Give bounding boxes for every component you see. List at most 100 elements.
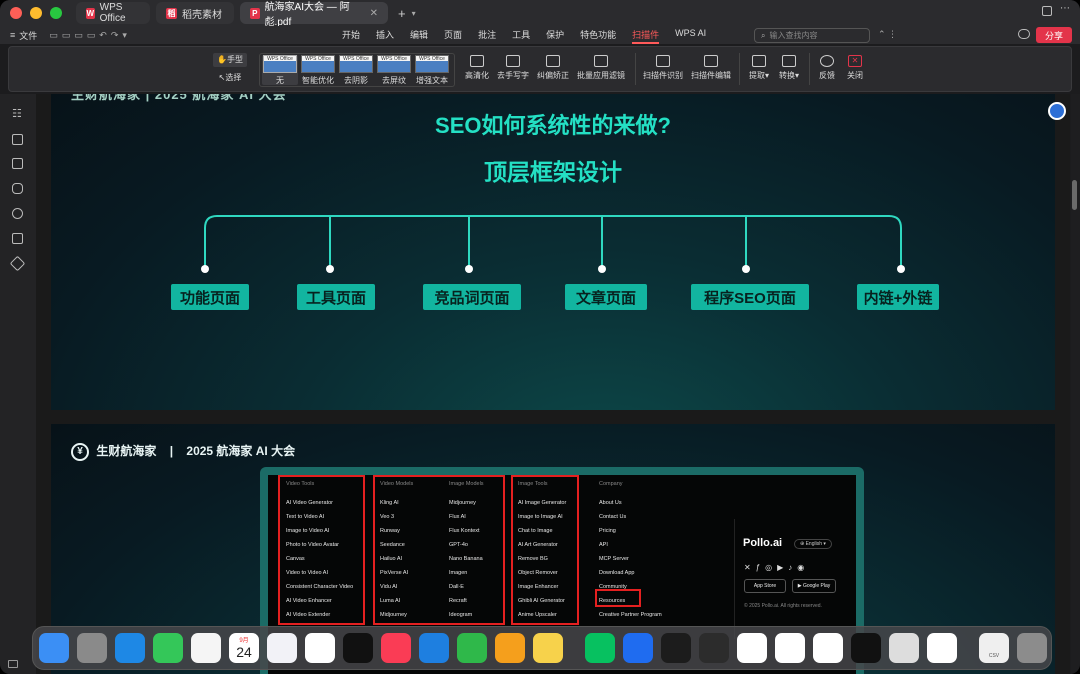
menu-annotate[interactable]: 批注 [478,28,496,44]
close-tab-icon[interactable]: ✕ [370,8,378,19]
finder-icon[interactable] [39,633,69,663]
docer-icon: 稻 [166,7,177,19]
filter-enhance-text[interactable]: WPS Office 增强文本 [414,55,450,85]
terminal2-icon[interactable] [851,633,881,663]
scan-recognize-button[interactable]: 扫描件识别 [641,55,685,81]
cube-icon[interactable] [699,633,729,663]
ribbon-divider [809,53,810,85]
outline-icon[interactable]: ☷ [12,109,23,120]
feishu-icon[interactable] [623,633,653,663]
layers-icon[interactable] [9,255,26,272]
deskew-button[interactable]: 纠偏矫正 [535,55,571,81]
remove-handwriting-button[interactable]: 去手写字 [495,55,531,81]
hand-tool-button[interactable]: ✋手型 [213,53,247,67]
filter-remove-shadow[interactable]: WPS Office 去阴影 [338,55,374,85]
notes-icon[interactable] [533,633,563,663]
scripteditor-icon[interactable] [889,633,919,663]
signature-icon[interactable] [12,233,23,244]
calendar-month: 9月 [239,638,249,644]
tab-wps-office[interactable]: W WPS Office [76,2,150,24]
collapse-ribbon-icon[interactable]: ⌃ ⋮ [878,29,897,40]
music-icon[interactable] [381,633,411,663]
filter-smart-optimize[interactable]: WPS Office 智能优化 [300,55,336,85]
language-select: ⊕ English ▾ [794,539,832,549]
menu-protect[interactable]: 保护 [546,28,564,44]
bookmark-icon[interactable] [12,134,23,145]
close-scan-button[interactable]: ✕ 关闭 [843,55,867,81]
csv-file-icon[interactable]: CSV [979,633,1009,663]
freeform-icon[interactable] [305,633,335,663]
deskew-icon [546,55,560,67]
thumbnail-icon[interactable] [12,158,23,169]
filter-remove-moire[interactable]: WPS Office 去屏纹 [376,55,412,85]
messages-icon[interactable] [153,633,183,663]
hamburger-icon[interactable]: ≡ [10,30,15,40]
menu-features[interactable]: 特色功能 [580,28,616,44]
sidebar-toggle-icon[interactable] [8,660,18,668]
zoom-window-icon[interactable] [50,7,62,19]
chrome-icon[interactable] [737,633,767,663]
convert-icon [782,55,796,67]
highlight-box [373,475,505,625]
pages-icon[interactable] [495,633,525,663]
app-icon[interactable] [813,633,843,663]
chatgpt-icon[interactable] [775,633,805,663]
divider [734,519,735,639]
minimize-window-icon[interactable] [30,7,42,19]
numbers-icon[interactable] [457,633,487,663]
tree-dot [201,265,209,273]
filter-label: 增强文本 [416,76,448,85]
convert-label: 转换 [778,71,795,80]
menu-scan[interactable]: 扫描件 [632,28,660,44]
reminders-icon[interactable] [267,633,297,663]
ai-assistant-icon[interactable] [1048,102,1066,120]
wechat-icon[interactable] [585,633,615,663]
terminal-icon[interactable] [661,633,691,663]
wps-icon[interactable] [927,633,957,663]
share-button[interactable]: 分享 [1036,27,1072,43]
tab-docer[interactable]: 稻 稻壳素材 [156,2,234,24]
menu-bar: ≡ 文件 ▭▭▭▭↶↷▾ 开始 插入 编辑 页面 批注 工具 保护 特色功能 扫… [0,26,1080,44]
convert-button[interactable]: 转换▾ [775,55,803,81]
apple-tv-icon[interactable] [343,633,373,663]
search-input[interactable]: ⌕ 输入查找内容 [754,28,870,43]
document-viewer[interactable]: 生财航海家 | 2025 航海家 AI 大会 SEO如何系统性的来做? 顶层框架… [36,94,1070,674]
close-window-icon[interactable] [10,7,22,19]
menu-edit[interactable]: 编辑 [410,28,428,44]
chevron-down-icon[interactable]: ▾ [412,9,416,18]
hand-tool-label: 手型 [226,55,243,64]
new-tab-button[interactable]: + [398,6,406,21]
menu-page[interactable]: 页面 [444,28,462,44]
ribbon-divider [635,53,636,85]
scrollbar-thumb[interactable] [1072,180,1077,210]
attachment-icon[interactable] [12,208,23,219]
calendar-icon[interactable]: 9月 24 [229,633,259,663]
hd-button[interactable]: 高清化 [463,55,491,81]
window-layout-icon[interactable] [1042,6,1052,16]
tab-pdf-document[interactable]: P 航海家AI大会 — 阿彪.pdf ✕ [240,2,388,28]
scan-edit-button[interactable]: 扫描件编辑 [689,55,733,81]
trash-icon[interactable] [1017,633,1047,663]
batch-filter-button[interactable]: 批量应用滤镜 [575,55,627,81]
menu-file[interactable]: 文件 [19,29,37,42]
safari-icon[interactable] [115,633,145,663]
select-tool-button[interactable]: ↖选择 [213,71,247,85]
launchpad-icon[interactable] [77,633,107,663]
quick-access-icons[interactable]: ▭▭▭▭↶↷▾ [49,30,131,41]
comment-icon[interactable] [12,183,23,194]
menu-wps-ai[interactable]: WPS AI [675,28,706,44]
extract-button[interactable]: 提取▾ [745,55,773,81]
menu-start[interactable]: 开始 [342,28,360,44]
feedback-button[interactable]: 反馈 [815,55,839,81]
tab-label: WPS Office [99,2,126,24]
photos-icon[interactable] [191,633,221,663]
more-icon[interactable]: ⋯ [1060,3,1070,14]
filter-thumbnail: WPS Office [301,55,335,73]
tree-dot [465,265,473,273]
headset-icon [820,55,834,67]
menu-tools[interactable]: 工具 [512,28,530,44]
menu-insert[interactable]: 插入 [376,28,394,44]
filter-none[interactable]: WPS Office 无 [262,55,298,85]
keynote-icon[interactable] [419,633,449,663]
cloud-icon[interactable] [1018,29,1030,39]
